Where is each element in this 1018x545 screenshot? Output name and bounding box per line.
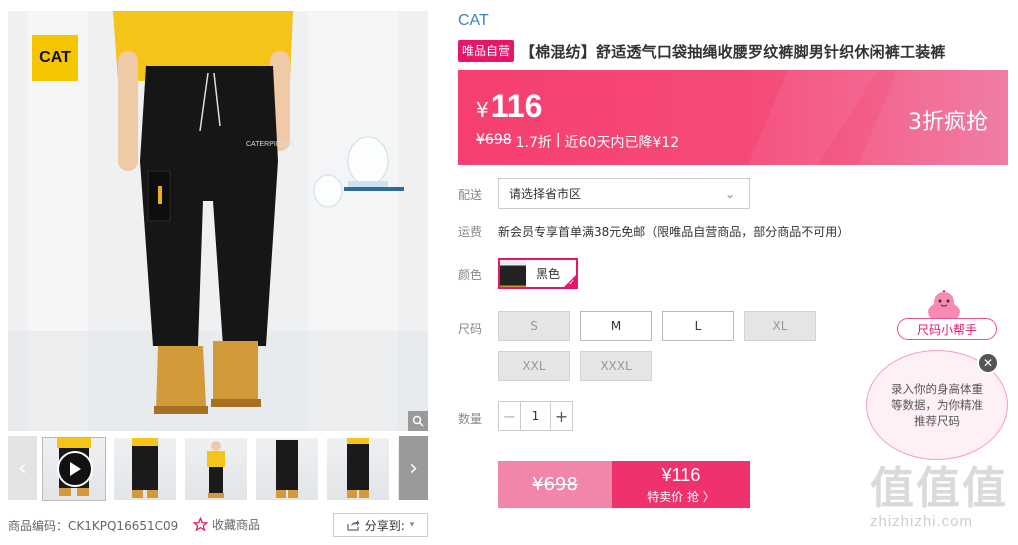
- size-option: S: [498, 311, 570, 341]
- quantity-increase-button[interactable]: +: [550, 402, 572, 430]
- size-label: 尺码: [458, 322, 483, 336]
- thumbnail-item[interactable]: [256, 438, 318, 500]
- mascot-icon[interactable]: [916, 290, 972, 320]
- share-button[interactable]: 分享到: ▾: [333, 513, 428, 537]
- site-watermark: 值值值 zhizhizhi.com: [870, 465, 1010, 540]
- play-video-button[interactable]: [57, 451, 93, 487]
- color-label: 颜色: [458, 268, 483, 282]
- watermark-mark: 值值值: [870, 463, 1008, 514]
- product-title: 【棉混纺】舒适透气口袋抽绳收腰罗纹裤脚男针织休闲裤工装裤: [520, 42, 946, 61]
- current-price: ¥ 116: [476, 88, 542, 125]
- buy-button[interactable]: ¥698 ¥116 特卖价 抢 〉: [498, 461, 750, 508]
- title-row: 唯品自营 【棉混纺】舒适透气口袋抽绳收腰罗纹裤脚男针织休闲裤工装裤: [458, 40, 946, 62]
- thumbnail-image: [276, 440, 298, 498]
- color-option-selected[interactable]: 黑色 ✓: [498, 258, 578, 289]
- thumbnail-item[interactable]: [185, 438, 247, 500]
- thumbnail-strip: ‹ ›: [8, 436, 428, 501]
- zoom-button[interactable]: [408, 411, 428, 431]
- shipping-label: 运费: [458, 225, 483, 239]
- size-option: XL: [744, 311, 816, 341]
- buy-sale-price: ¥116: [661, 464, 701, 485]
- quantity-decrease-button[interactable]: −: [499, 402, 521, 430]
- svg-text:CATERPILLAR: CATERPILLAR: [246, 141, 293, 148]
- thumbnail-video[interactable]: [42, 437, 106, 501]
- price-details: ¥698 1.7折 | 近60天内已降¥12: [476, 132, 679, 152]
- original-price: ¥698: [476, 132, 512, 148]
- close-helper-button[interactable]: ✕: [977, 352, 999, 374]
- buy-original-price-value: ¥698: [532, 474, 578, 495]
- chevron-left-icon: ‹: [18, 455, 27, 481]
- thumbnail-item[interactable]: [327, 438, 389, 500]
- close-icon: ✕: [982, 356, 994, 370]
- size-helper-button[interactable]: 尺码小帮手: [897, 318, 997, 340]
- favorite-button[interactable]: 收藏商品: [193, 516, 260, 533]
- shipping-info: 新会员专享首单满38元免邮（限唯品自营商品，部分商品不可用）: [498, 225, 850, 239]
- size-option: XXL: [498, 351, 570, 381]
- promo-label: 3折疯抢: [908, 110, 988, 135]
- thumbnail-image: [207, 441, 225, 498]
- share-label: 分享到:: [364, 518, 405, 533]
- star-icon: [193, 517, 208, 532]
- region-select[interactable]: 请选择省市区 ⌄: [498, 178, 750, 209]
- size-option[interactable]: M: [580, 311, 652, 341]
- thumbnail-next-button[interactable]: ›: [399, 436, 428, 500]
- quantity-label: 数量: [458, 412, 483, 426]
- magnifier-icon: [412, 415, 424, 427]
- chevron-down-icon: ⌄: [724, 187, 735, 201]
- caret-down-icon: ▾: [409, 520, 415, 530]
- delivery-label: 配送: [458, 188, 483, 202]
- thumbnail-image: [132, 438, 158, 498]
- gallery-footer: 商品编码：CK1KPQ16651C09 收藏商品 分享到: ▾: [8, 513, 428, 537]
- quantity-input[interactable]: 1: [521, 402, 550, 430]
- currency-symbol: ¥: [476, 98, 489, 122]
- thumbnail-prev-button[interactable]: ‹: [8, 436, 37, 500]
- price-separator: |: [555, 132, 561, 148]
- current-price-value: 116: [490, 88, 543, 124]
- color-option-label: 黑色: [536, 267, 561, 281]
- discount-rate: 1.7折: [515, 135, 552, 151]
- brand-link[interactable]: CAT: [458, 12, 489, 30]
- quantity-stepper: − 1 +: [498, 401, 573, 431]
- buy-now-area[interactable]: ¥116 特卖价 抢 〉: [612, 461, 750, 508]
- brand-logo: CAT: [32, 35, 78, 81]
- region-select-value: 请选择省市区: [509, 187, 582, 201]
- size-option[interactable]: L: [662, 311, 734, 341]
- favorite-label: 收藏商品: [212, 518, 261, 532]
- size-option: XXXL: [580, 351, 652, 381]
- buy-original-price: ¥698: [498, 461, 612, 508]
- play-icon: [70, 462, 81, 476]
- watermark-url: zhizhizhi.com: [870, 513, 974, 530]
- share-icon: [347, 520, 360, 531]
- price-history: 近60天内已降¥12: [564, 135, 680, 151]
- product-code: 商品编码：CK1KPQ16651C09: [8, 519, 179, 533]
- price-band: ¥ 116 ¥698 1.7折 | 近60天内已降¥12 3折疯抢: [458, 70, 1008, 165]
- thumbnail-image: [347, 438, 369, 498]
- brand-logo-text: CAT: [39, 49, 71, 66]
- checkmark-icon: ✓: [568, 278, 575, 287]
- size-helper-text: 录入你的身高体重等数据，为你精准推荐尺码: [891, 382, 983, 428]
- chevron-right-icon: ›: [409, 455, 418, 481]
- self-operated-badge: 唯品自营: [458, 40, 515, 62]
- product-main-image[interactable]: CATERPILLAR CAT: [8, 11, 428, 431]
- color-swatch-image: [500, 260, 526, 287]
- thumbnail-item[interactable]: [114, 438, 176, 500]
- buy-cta-label: 特卖价 抢 〉: [647, 489, 715, 504]
